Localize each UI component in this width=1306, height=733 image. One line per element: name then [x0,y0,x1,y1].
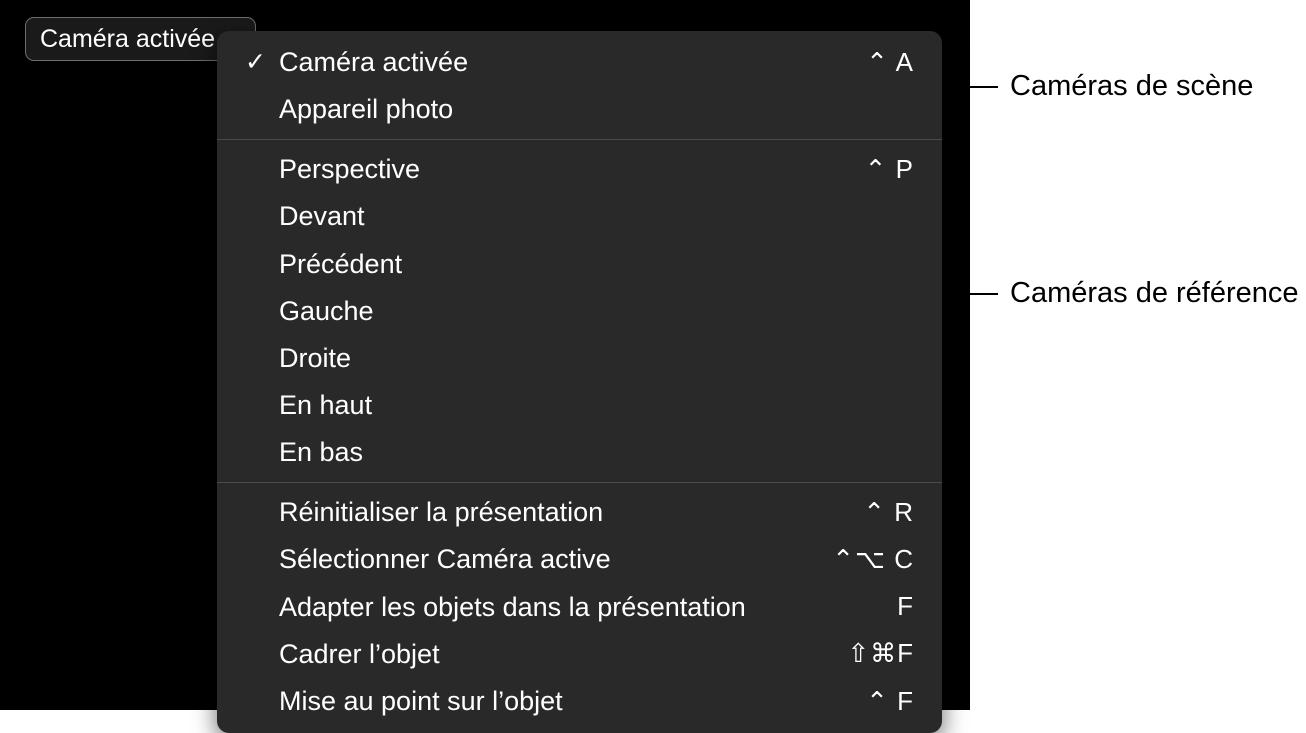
menu-item-label: Mise au point sur l’objet [279,682,850,721]
menu-item-camera-photo[interactable]: Appareil photo [217,86,942,133]
bracket-scene-cameras [944,45,958,129]
menu-item-bottom[interactable]: En bas [217,429,942,476]
menu-item-label: Caméra activée [279,43,850,82]
camera-dropdown-label: Caméra activée [40,25,215,54]
menu-item-label: Appareil photo [279,90,898,129]
camera-menu: ✓ Caméra activée ⌃ A Appareil photo Pers… [217,31,942,733]
callout-line [958,86,998,88]
menu-item-label: Droite [279,339,898,378]
callout-reference-cameras: Caméras de référence [1010,277,1299,310]
menu-item-focus-object[interactable]: Mise au point sur l’objet ⌃ F [217,678,942,725]
menu-item-label: Précédent [279,245,898,284]
menu-item-top[interactable]: En haut [217,382,942,429]
menu-item-right[interactable]: Droite [217,335,942,382]
menu-item-back[interactable]: Précédent [217,241,942,288]
checkmark-icon: ✓ [245,44,279,80]
menu-item-shortcut: F [897,588,914,626]
menu-item-label: En bas [279,433,898,472]
menu-item-label: Sélectionner Caméra active [279,540,816,579]
menu-item-shortcut: ⌃ P [865,151,914,189]
menu-item-camera-active[interactable]: ✓ Caméra activée ⌃ A [217,39,942,86]
menu-separator [217,139,942,140]
menu-item-label: En haut [279,386,898,425]
menu-item-fit-objects[interactable]: Adapter les objets dans la présentation … [217,584,942,631]
menu-item-frame-object[interactable]: Cadrer l’objet ⇧⌘F [217,631,942,678]
menu-item-shortcut: ⌃ F [866,683,914,721]
menu-item-shortcut: ⌃ A [866,44,914,82]
menu-item-reset-view[interactable]: Réinitialiser la présentation ⌃ R [217,489,942,536]
menu-item-left[interactable]: Gauche [217,288,942,335]
menu-item-label: Cadrer l’objet [279,635,831,674]
bracket-reference-cameras [944,148,958,438]
menu-item-perspective[interactable]: Perspective ⌃ P [217,146,942,193]
menu-item-label: Gauche [279,292,898,331]
menu-item-shortcut: ⌃⌥ C [832,541,914,579]
menu-item-label: Réinitialiser la présentation [279,493,847,532]
menu-item-front[interactable]: Devant [217,193,942,240]
menu-item-label: Perspective [279,150,849,189]
menu-item-label: Adapter les objets dans la présentation [279,588,881,627]
menu-item-select-active-camera[interactable]: Sélectionner Caméra active ⌃⌥ C [217,536,942,583]
callout-line [958,293,998,295]
callout-scene-cameras: Caméras de scène [1010,70,1253,103]
menu-item-shortcut: ⌃ R [863,494,914,532]
menu-separator [217,482,942,483]
menu-item-shortcut: ⇧⌘F [847,635,914,673]
menu-item-label: Devant [279,197,898,236]
